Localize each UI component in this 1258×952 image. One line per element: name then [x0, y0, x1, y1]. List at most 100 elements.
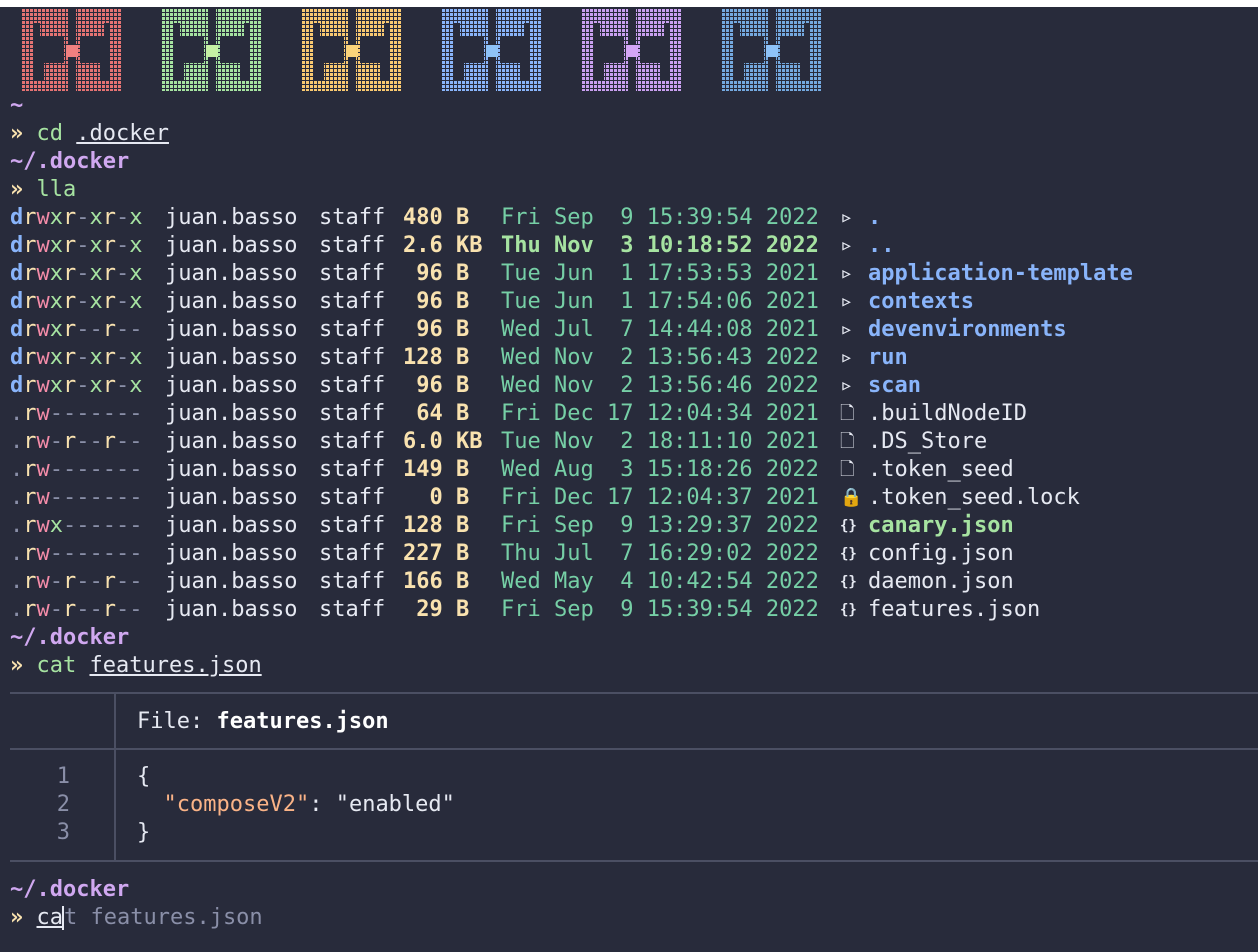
size-unit: KB — [456, 233, 483, 258]
file-label: File: — [137, 709, 217, 734]
folder-icon: ▹ — [840, 261, 854, 286]
size-unit: B — [456, 597, 470, 622]
permission-char: - — [89, 429, 103, 454]
size-unit: B — [456, 205, 470, 230]
size-unit: B — [456, 485, 470, 510]
owner: juan.basso — [165, 513, 298, 538]
permission-char: - — [116, 205, 130, 230]
permission-char: w — [36, 289, 50, 314]
file-size: 6.0 KB — [403, 428, 501, 456]
permission-char: r — [23, 457, 37, 482]
file-size: 480 B — [403, 204, 501, 232]
permission-char: w — [36, 205, 50, 230]
list-item: drwxr--r-- juan.basso staff 96 B Wed Jul 7 … — [10, 316, 1258, 344]
size-value: 227 — [403, 541, 443, 566]
permissions: drwxr--r-- — [10, 316, 165, 344]
permissions: .rw-r--r-- — [10, 596, 165, 624]
file-size: 128 B — [403, 512, 501, 540]
cwd-path: ~/.docker — [10, 149, 130, 174]
group: staff — [319, 289, 386, 314]
permission-char: x — [49, 317, 63, 342]
owner: juan.basso — [165, 373, 298, 398]
code-line: { — [137, 764, 151, 789]
permission-char: x — [49, 261, 63, 286]
permission-char: r — [102, 345, 116, 370]
permission-char: - — [63, 457, 77, 482]
divider-top — [10, 692, 1258, 694]
owner: juan.basso — [165, 345, 298, 370]
permission-char: - — [76, 541, 90, 566]
permission-char: - — [49, 485, 63, 510]
logo-block — [302, 9, 402, 91]
permission-char: - — [129, 429, 143, 454]
permission-char: r — [23, 597, 37, 622]
owner: juan.basso — [165, 401, 298, 426]
permission-char: d — [10, 317, 24, 342]
permission-char: r — [63, 233, 77, 258]
prompt-arrow-icon: » — [10, 905, 24, 930]
modified-date: Fri Sep 9 15:39:54 2022 — [501, 205, 819, 230]
size-value: 128 — [403, 513, 443, 538]
permission-char: x — [129, 261, 143, 286]
command-input[interactable]: » cat features.json — [10, 904, 1258, 932]
permission-char: - — [89, 401, 103, 426]
typed-text[interactable]: ca — [37, 905, 64, 930]
permissions: .rw-r--r-- — [10, 568, 165, 596]
size-value: 166 — [403, 569, 443, 594]
permission-char: - — [76, 401, 90, 426]
permission-char: - — [89, 317, 103, 342]
json-icon: {} — [840, 574, 857, 590]
size-unit: B — [456, 289, 470, 314]
size-value: 29 — [403, 597, 443, 622]
permission-char: - — [76, 373, 90, 398]
json-icon: {} — [840, 518, 857, 534]
permission-char: r — [63, 205, 77, 230]
permissions: .rw------- — [10, 400, 165, 428]
command-name: cd — [36, 121, 64, 146]
folder-icon: ▹ — [840, 317, 854, 342]
folder-icon: ▹ — [840, 205, 854, 230]
folder-icon: ▹ — [840, 289, 854, 314]
group: staff — [319, 205, 386, 230]
modified-date: Wed May 4 10:42:54 2022 — [501, 569, 819, 594]
size-unit: B — [456, 317, 470, 342]
permission-char: d — [10, 345, 24, 370]
bat-file-viewer: File: features.json 1 { 2 "composeV2": "… — [10, 680, 1258, 880]
permission-char: r — [63, 345, 77, 370]
folder-icon: ▹ — [840, 345, 854, 370]
permission-char: w — [36, 261, 50, 286]
permission-char: - — [76, 205, 90, 230]
permission-char: . — [10, 597, 24, 622]
permission-char: . — [10, 457, 24, 482]
permission-char: . — [10, 429, 24, 454]
permission-char: x — [49, 513, 63, 538]
permission-char: . — [10, 569, 24, 594]
group: staff — [319, 569, 386, 594]
owner: juan.basso — [165, 289, 298, 314]
logo-block — [162, 9, 262, 91]
autosuggestion[interactable]: t features.json — [64, 905, 263, 930]
permissions: .rw------- — [10, 456, 165, 484]
line-number: 3 — [56, 820, 70, 845]
owner: juan.basso — [165, 597, 298, 622]
terminal-output: ~ » cd .docker ~/.docker » lla drwxr-xr-… — [10, 92, 1258, 680]
permission-char: - — [76, 429, 90, 454]
permission-char: x — [129, 289, 143, 314]
permission-char: - — [76, 233, 90, 258]
list-item: .rw-r--r-- juan.basso staff 6.0 KB Tue Nov 2… — [10, 428, 1258, 456]
permission-char: r — [23, 205, 37, 230]
permission-char: d — [10, 373, 24, 398]
modified-date: Wed Nov 2 13:56:43 2022 — [501, 345, 819, 370]
permission-char: - — [129, 401, 143, 426]
permission-char: . — [10, 401, 24, 426]
size-unit: B — [456, 373, 470, 398]
size-unit: B — [456, 457, 470, 482]
group: staff — [319, 513, 386, 538]
file-listing: drwxr-xr-x juan.basso staff 480 B Fri Sep 9 … — [10, 204, 1258, 624]
json-key: "composeV2" — [163, 792, 310, 817]
permission-char: . — [10, 513, 24, 538]
permission-char: w — [36, 513, 50, 538]
command-line-cat: » cat features.json — [10, 652, 1258, 680]
gutter-divider — [114, 692, 116, 862]
permission-char: - — [102, 513, 116, 538]
